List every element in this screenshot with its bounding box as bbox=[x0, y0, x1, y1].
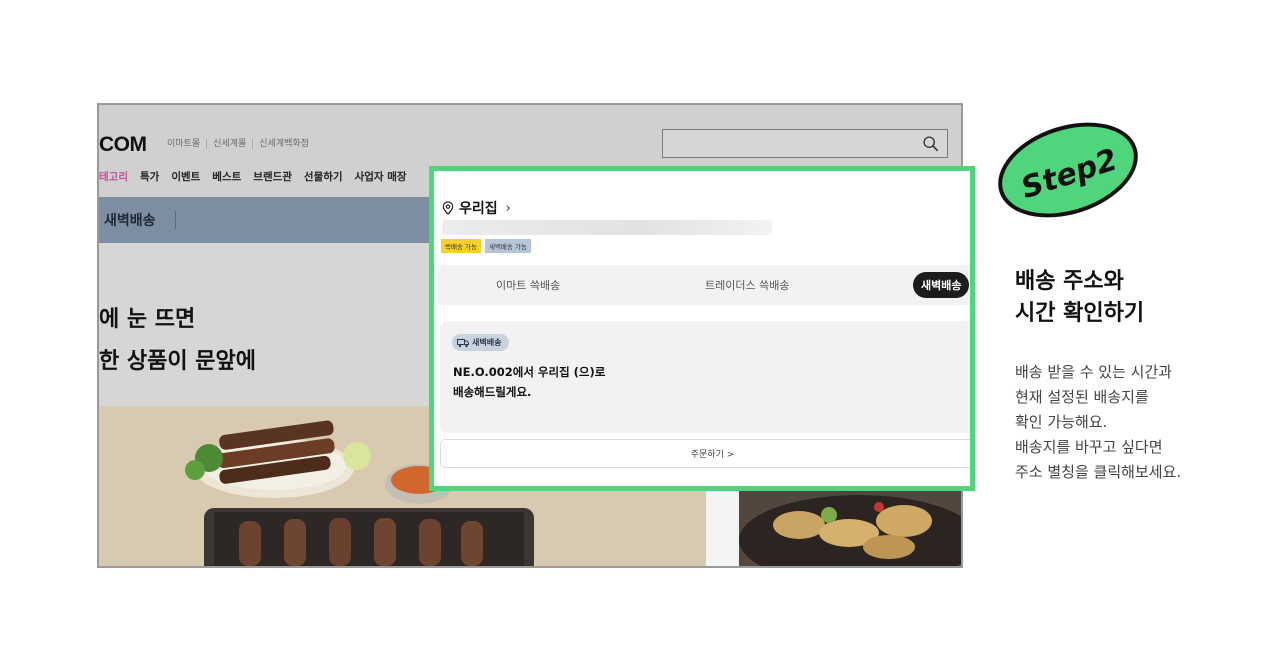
delivery-info-card: 새벽배송 NE.O.002에서 우리집 (으)로 배송해드릴게요. bbox=[440, 321, 970, 433]
step-badge: Step2 bbox=[998, 122, 1138, 218]
tab-dawn-delivery[interactable]: 새벽배송 bbox=[913, 272, 970, 298]
delivery-message-line2: 배송해드릴게요. bbox=[453, 385, 532, 399]
nav-gift[interactable]: 선물하기 bbox=[304, 169, 343, 184]
search-icon[interactable] bbox=[922, 135, 939, 152]
family-link-department[interactable]: 신세계백화점 bbox=[253, 139, 315, 149]
badge-ssg-delivery: 쓱배송 가능 bbox=[441, 239, 481, 253]
heading-line2: 시간 확인하기 bbox=[1015, 301, 1145, 326]
desc-line2: 현재 설정된 배송지를 bbox=[1015, 388, 1149, 406]
delivery-message-line1: NE.O.002에서 우리집 (으)로 bbox=[453, 365, 606, 379]
global-nav: 테고리 특가 이벤트 베스트 브랜드관 선물하기 사업자 매장 bbox=[99, 169, 419, 184]
chip-label: 새벽배송 bbox=[472, 338, 502, 347]
order-button[interactable]: 주문하기 > bbox=[440, 439, 970, 468]
nav-brand[interactable]: 브랜드관 bbox=[253, 169, 292, 184]
section-description: 배송 받을 수 있는 시간과 현재 설정된 배송지를 확인 가능해요. 배송지를… bbox=[1015, 360, 1181, 485]
nav-category[interactable]: 테고리 bbox=[99, 169, 128, 184]
delivery-tabs: 이마트 쓱배송 트레이더스 쓱배송 새벽배송 bbox=[438, 265, 970, 305]
family-links: 이마트몰 신세계몰 신세계백화점 bbox=[161, 139, 315, 149]
heading-line1: 배송 주소와 bbox=[1015, 269, 1124, 294]
search-input[interactable] bbox=[662, 129, 948, 158]
address-alias[interactable]: 우리집 bbox=[459, 198, 498, 218]
food-image-pan bbox=[739, 485, 961, 566]
badge-dawn-delivery: 새벽배송 가능 bbox=[484, 239, 531, 253]
section-heading: 배송 주소와 시간 확인하기 bbox=[1015, 266, 1144, 330]
subbar-label[interactable]: 새벽배송 bbox=[104, 210, 156, 230]
tab-emart-delivery[interactable]: 이마트 쓱배송 bbox=[496, 277, 560, 293]
desc-line3: 확인 가능해요. bbox=[1015, 413, 1108, 431]
dawn-delivery-chip: 새벽배송 bbox=[452, 334, 510, 351]
family-link-emart[interactable]: 이마트몰 bbox=[161, 139, 208, 149]
nav-special[interactable]: 특가 bbox=[140, 169, 159, 184]
subbar-divider bbox=[175, 211, 176, 229]
nav-event[interactable]: 이벤트 bbox=[171, 169, 200, 184]
delivery-badges: 쓱배송 가능 새벽배송 가능 bbox=[441, 239, 535, 253]
nav-best[interactable]: 베스트 bbox=[212, 169, 241, 184]
desc-line5: 주소 별칭을 클릭해보세요. bbox=[1015, 463, 1182, 481]
address-detail-blurred bbox=[442, 220, 772, 235]
nav-business-store[interactable]: 사업자 매장 bbox=[355, 169, 407, 184]
family-link-shinsegae[interactable]: 신세계몰 bbox=[207, 139, 254, 149]
site-logo[interactable]: COM bbox=[99, 133, 147, 157]
truck-icon bbox=[457, 338, 469, 347]
location-pin-icon bbox=[442, 201, 454, 215]
chevron-right-icon[interactable]: › bbox=[506, 201, 511, 216]
desc-line4: 배송지를 바꾸고 싶다면 bbox=[1015, 438, 1163, 456]
desc-line1: 배송 받을 수 있는 시간과 bbox=[1015, 363, 1173, 381]
tab-traders-delivery[interactable]: 트레이더스 쓱배송 bbox=[705, 277, 789, 293]
hero-headline-line2: 한 상품이 문앞에 bbox=[99, 349, 256, 374]
hero-headline-line1: 에 눈 뜨면 bbox=[99, 307, 196, 332]
address-selector[interactable]: 우리집 › bbox=[442, 198, 511, 218]
delivery-address-panel: 우리집 › 쓱배송 가능 새벽배송 가능 이마트 쓱배송 트레이더스 쓱배송 새… bbox=[429, 166, 975, 491]
